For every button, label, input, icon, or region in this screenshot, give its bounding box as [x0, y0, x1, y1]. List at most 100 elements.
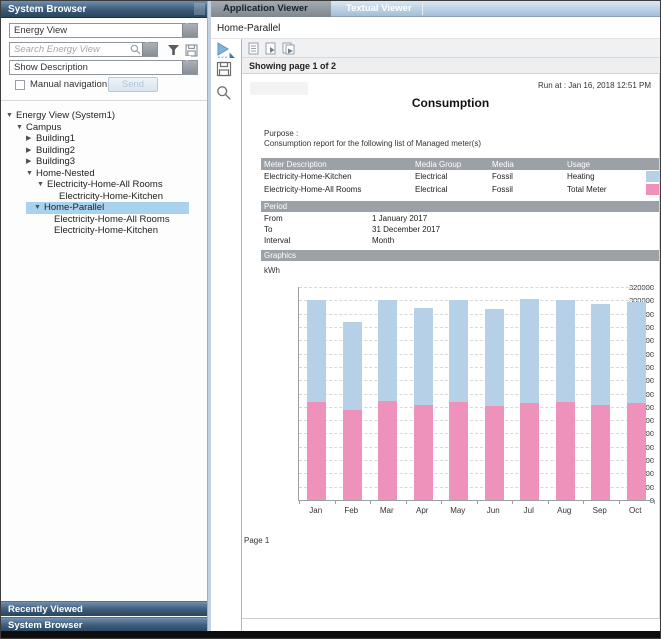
filter-icon[interactable]: [167, 44, 181, 57]
panel-header-grip[interactable]: [194, 3, 205, 15]
cell-usage: Total Meter: [567, 185, 607, 194]
recently-viewed-bar[interactable]: Recently Viewed: [1, 601, 207, 616]
tree-item-label: Home-Nested: [36, 168, 95, 179]
x-axis-tick: [299, 500, 300, 504]
period-value: 1 January 2017: [372, 214, 427, 223]
send-button[interactable]: Send: [108, 77, 158, 92]
tree-item-label: Campus: [26, 122, 61, 133]
period-value: Month: [372, 236, 394, 245]
x-axis-tick: [654, 500, 655, 504]
collapse-arrow-icon[interactable]: ▼: [6, 110, 16, 122]
tree-item-energy-view-system1[interactable]: ▼Energy View (System1): [1, 110, 207, 122]
description-dropdown[interactable]: Show Description: [9, 60, 198, 75]
system-browser-bar[interactable]: System Browser: [1, 617, 207, 632]
view-dropdown-value: Energy View: [14, 25, 67, 36]
view-dropdown[interactable]: Energy View: [9, 23, 198, 38]
tree-item-campus[interactable]: ▼Campus: [1, 122, 207, 134]
tree-item-home-nested[interactable]: ▼Home-Nested: [1, 168, 207, 180]
system-browser-panel: System Browser Energy View Show Descript…: [1, 1, 207, 632]
expand-arrow-icon[interactable]: ▶: [26, 145, 36, 157]
expand-arrow-icon[interactable]: ▶: [26, 156, 36, 168]
search-box[interactable]: [9, 42, 158, 57]
bar-segment: [627, 403, 646, 500]
tree-item-electricity-home-kitchen[interactable]: Electricity-Home-Kitchen: [1, 191, 207, 203]
tree-item-label: Energy View (System1): [16, 110, 115, 121]
chevron-down-icon[interactable]: [182, 24, 197, 37]
bar-segment: [378, 401, 397, 500]
search-options-chevron-icon[interactable]: [142, 43, 157, 56]
chevron-down-icon[interactable]: [182, 61, 197, 74]
run-report-icon[interactable]: [216, 42, 236, 59]
description-dropdown-value: Show Description: [14, 62, 88, 73]
collapse-arrow-icon[interactable]: ▼: [37, 179, 47, 191]
x-axis-tick: [548, 500, 549, 504]
cell-usage: Heating: [567, 172, 595, 181]
document-icon[interactable]: [248, 42, 259, 55]
tree-item-electricity-home-all-rooms[interactable]: ▼Electricity-Home-All Rooms: [1, 179, 207, 191]
bar-segment: [556, 300, 575, 401]
bar-segment: [627, 302, 646, 403]
document-export-icon[interactable]: [282, 42, 296, 55]
search-input[interactable]: [10, 43, 128, 56]
bar-segment: [449, 402, 468, 501]
col-header: Meter Description: [264, 160, 327, 169]
bar-segment: [520, 403, 539, 500]
x-tick-label: May: [440, 506, 476, 515]
series-color-swatch: [646, 171, 659, 182]
x-axis-tick: [370, 500, 371, 504]
purpose-text: Consumption report for the following lis…: [264, 139, 481, 148]
x-axis-tick: [441, 500, 442, 504]
y-axis-unit-label: kWh: [264, 266, 280, 275]
bar-segment: [591, 304, 610, 405]
period-label: To: [264, 225, 272, 234]
run-at-timestamp: Run at : Jan 16, 2018 12:51 PM: [538, 81, 651, 90]
consumption-chart: 0200004000060000800001000001200001400001…: [242, 279, 660, 529]
zoom-icon[interactable]: [216, 85, 232, 101]
save-report-icon[interactable]: [216, 61, 232, 77]
tree-item-home-parallel-selected[interactable]: ▼Home-Parallel: [26, 202, 189, 214]
panel-header: System Browser: [1, 1, 207, 18]
x-axis-tick: [335, 500, 336, 504]
manual-navigation-checkbox[interactable]: [15, 80, 25, 90]
collapse-arrow-icon[interactable]: ▼: [26, 168, 36, 180]
collapse-arrow-icon[interactable]: ▼: [34, 202, 44, 214]
tree-item-label: Electricity-Home-All Rooms: [54, 214, 170, 225]
bar-segment: [485, 309, 504, 406]
cell-media-group: Electrical: [415, 172, 447, 181]
x-tick-label: Jun: [476, 506, 512, 515]
tab-textual-viewer[interactable]: Textual Viewer: [346, 1, 412, 17]
tree-item-electricity-home-all-rooms[interactable]: Electricity-Home-All Rooms: [1, 214, 207, 226]
viewer-tabstrip: Application Viewer Textual Viewer: [211, 1, 660, 17]
bar-segment: [485, 406, 504, 500]
x-tick-label: Mar: [369, 506, 405, 515]
viewer-panel: Application Viewer Textual Viewer Home-P…: [211, 1, 660, 632]
bar-segment: [414, 405, 433, 500]
tree-item-label: Building3: [36, 156, 75, 167]
tab-application-viewer[interactable]: Application Viewer: [211, 1, 331, 17]
tree-item-building3[interactable]: ▶Building3: [1, 156, 207, 168]
window-bottom-bar: [1, 631, 660, 638]
col-header: Usage: [567, 160, 590, 169]
x-axis-tick: [512, 500, 513, 504]
period-row: To 31 December 2017: [261, 224, 659, 235]
gridline: [299, 287, 654, 288]
report-toolbar: [242, 39, 660, 58]
period-label: From: [264, 214, 283, 223]
x-tick-label: Jan: [298, 506, 334, 515]
document-next-icon[interactable]: [265, 42, 277, 55]
x-axis-tick: [477, 500, 478, 504]
x-tick-label: Feb: [334, 506, 370, 515]
tree-item-electricity-home-kitchen[interactable]: Electricity-Home-Kitchen: [1, 225, 207, 237]
cell-meter: Electricity-Home-All Rooms: [264, 185, 361, 194]
chart-plot: [298, 287, 654, 501]
tree-item-building2[interactable]: ▶Building2: [1, 145, 207, 157]
x-tick-label: Jul: [511, 506, 547, 515]
tree-item-building1[interactable]: ▶Building1: [1, 133, 207, 145]
expand-arrow-icon[interactable]: ▶: [26, 133, 36, 145]
period-value: 31 December 2017: [372, 225, 440, 234]
collapse-arrow-icon[interactable]: ▼: [16, 122, 26, 134]
series-color-swatch: [646, 184, 659, 195]
x-axis-tick: [619, 500, 620, 504]
x-tick-label: Oct: [618, 506, 654, 515]
bar-segment: [449, 300, 468, 401]
